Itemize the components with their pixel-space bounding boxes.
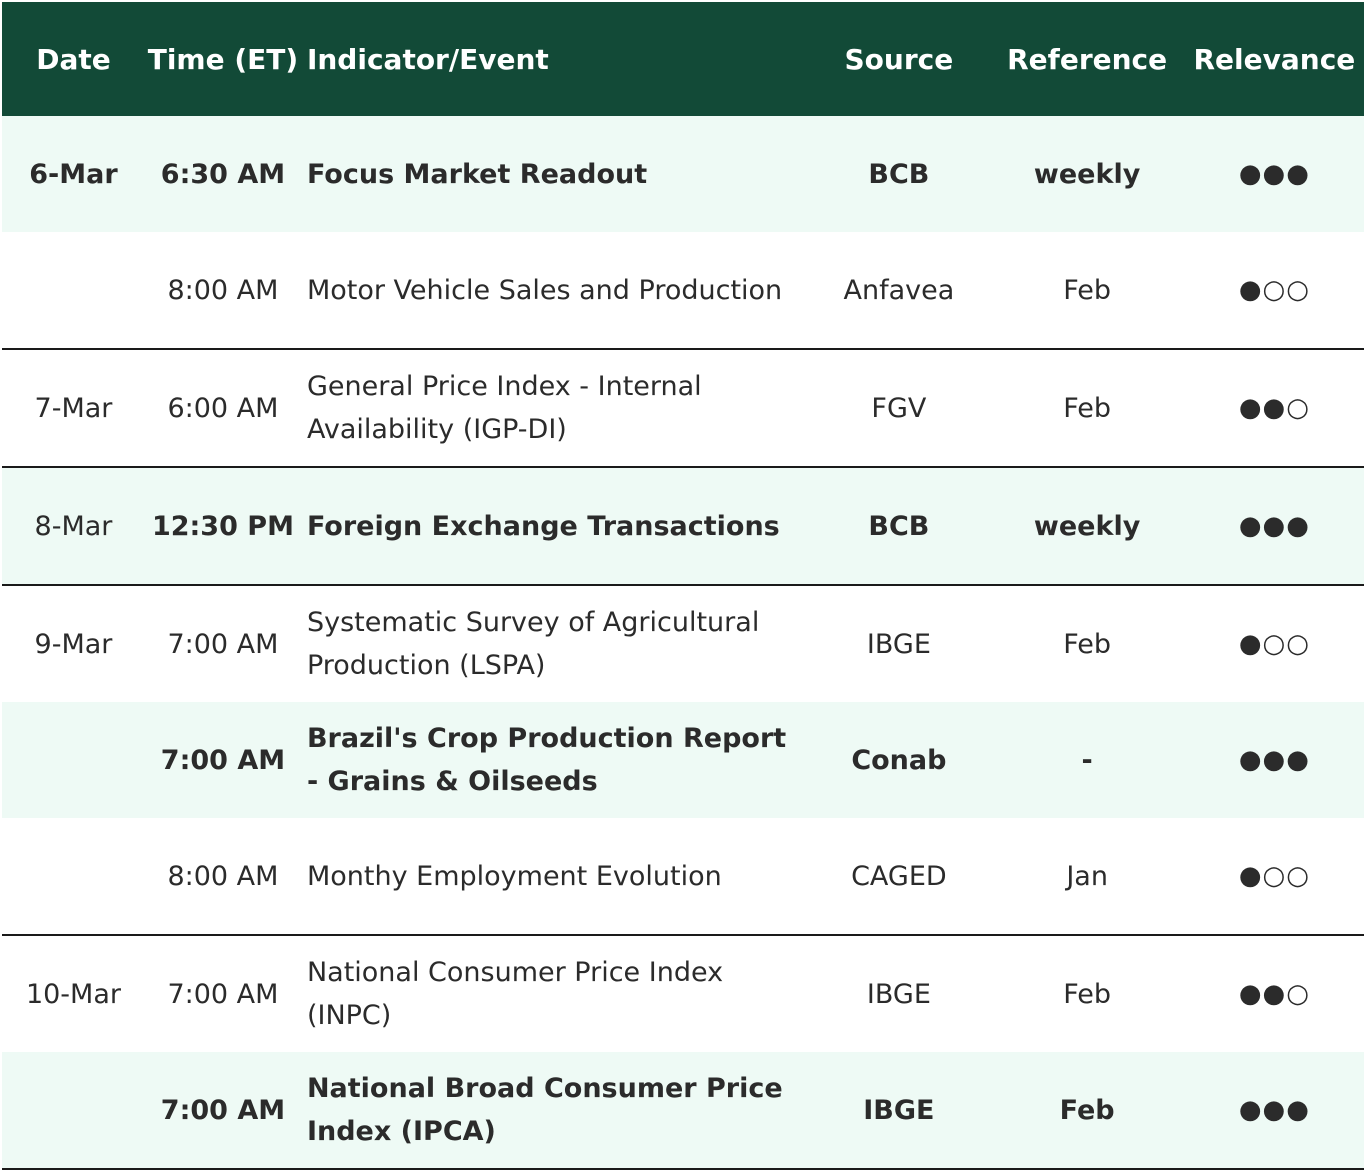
cell-time: 6:30 AM [144,116,301,232]
table-header-row: Date Time (ET) Indicator/Event Source Re… [2,2,1364,116]
cell-event: Focus Market Readout [300,116,809,232]
cell-date: 7-Mar [2,349,145,468]
cell-date: 9-Mar [34,628,113,660]
cell-source: Conab [808,702,990,818]
cell-event: National Consumer Price Index (INPC) [306,957,724,1031]
cell-time: 7:00 AM [167,978,279,1010]
relevance-dots-icon: ●○○ [1238,628,1310,659]
table-row: 6-Mar 6:30 AM Focus Market Readout BCB w… [2,116,1364,232]
table-row: 7-Mar 6:00 AM General Price Index - Inte… [2,349,1364,468]
cell-date [2,702,145,818]
cell-reference: Feb [989,349,1185,468]
cell-time: 7:00 AM [167,628,279,660]
relevance-dots-icon: ●●○ [1238,978,1310,1009]
table-row: 8:00 AM Motor Vehicle Sales and Producti… [2,232,1364,350]
cell-event: Brazil's Crop Production Report - Grains… [300,702,809,818]
cell-time: 8:00 AM [144,232,301,350]
cell-date [2,232,145,350]
table-row: 7:00 AM Brazil's Crop Production Report … [2,702,1364,818]
cell-source: IBGE [808,1052,990,1170]
cell-reference: Feb [989,1052,1185,1170]
table-row: 8:00 AM Monthy Employment Evolution CAGE… [2,818,1364,936]
cell-source: Anfavea [808,232,990,350]
cell-source: BCB [808,116,990,232]
cell-date: 8-Mar [2,467,145,586]
table-row: 10-Mar 7:00 AM National Consumer Price I… [2,935,1364,1052]
cell-event: Monthy Employment Evolution [300,818,809,936]
cell-source: BCB [808,467,990,586]
cell-reference: Feb [989,232,1185,350]
cell-date: 6-Mar [2,116,145,232]
header-source: Source [808,2,990,116]
cell-event: General Price Index - Internal Availabil… [300,349,809,468]
economic-calendar-table: Date Time (ET) Indicator/Event Source Re… [2,2,1364,1170]
cell-event: Foreign Exchange Transactions [300,467,809,586]
cell-time: 8:00 AM [144,818,301,936]
cell-reference: weekly [989,116,1185,232]
cell-source: IBGE [866,628,931,660]
cell-source: CAGED [808,818,990,936]
header-event: Indicator/Event [300,2,809,116]
relevance-dots-icon: ●●● [1184,1052,1364,1170]
cell-reference: Jan [989,818,1185,936]
header-reference: Reference [989,2,1185,116]
relevance-dots-icon: ●●● [1184,702,1364,818]
table-row: 7:00 AM National Broad Consumer Price In… [2,1052,1364,1170]
relevance-dots-icon: ●○○ [1184,232,1364,350]
cell-date [2,818,145,936]
cell-date: 10-Mar [25,978,121,1010]
cell-time: 12:30 PM [144,467,301,586]
cell-reference: weekly [989,467,1185,586]
table-row: 9-Mar 7:00 AM Systematic Survey of Agric… [2,585,1364,702]
relevance-dots-icon: ●○○ [1184,818,1364,936]
relevance-dots-icon: ●●● [1184,467,1364,586]
cell-event: Systematic Survey of Agricultural Produc… [306,607,760,681]
relevance-dots-icon: ●●○ [1184,349,1364,468]
cell-date [2,1052,145,1170]
cell-reference: Feb [1063,978,1112,1010]
cell-time: 6:00 AM [144,349,301,468]
cell-source: FGV [808,349,990,468]
table-row: 8-Mar 12:30 PM Foreign Exchange Transact… [2,467,1364,586]
cell-event: National Broad Consumer Price Index (IPC… [300,1052,809,1170]
cell-source: IBGE [866,978,931,1010]
header-time: Time (ET) [144,2,301,116]
cell-time: 7:00 AM [144,702,301,818]
header-relevance: Relevance [1184,2,1364,116]
relevance-dots-icon: ●●● [1184,116,1364,232]
cell-time: 7:00 AM [144,1052,301,1170]
cell-event: Motor Vehicle Sales and Production [300,232,809,350]
cell-reference: Feb [1063,628,1112,660]
cell-reference: - [989,702,1185,818]
header-date: Date [2,2,145,116]
